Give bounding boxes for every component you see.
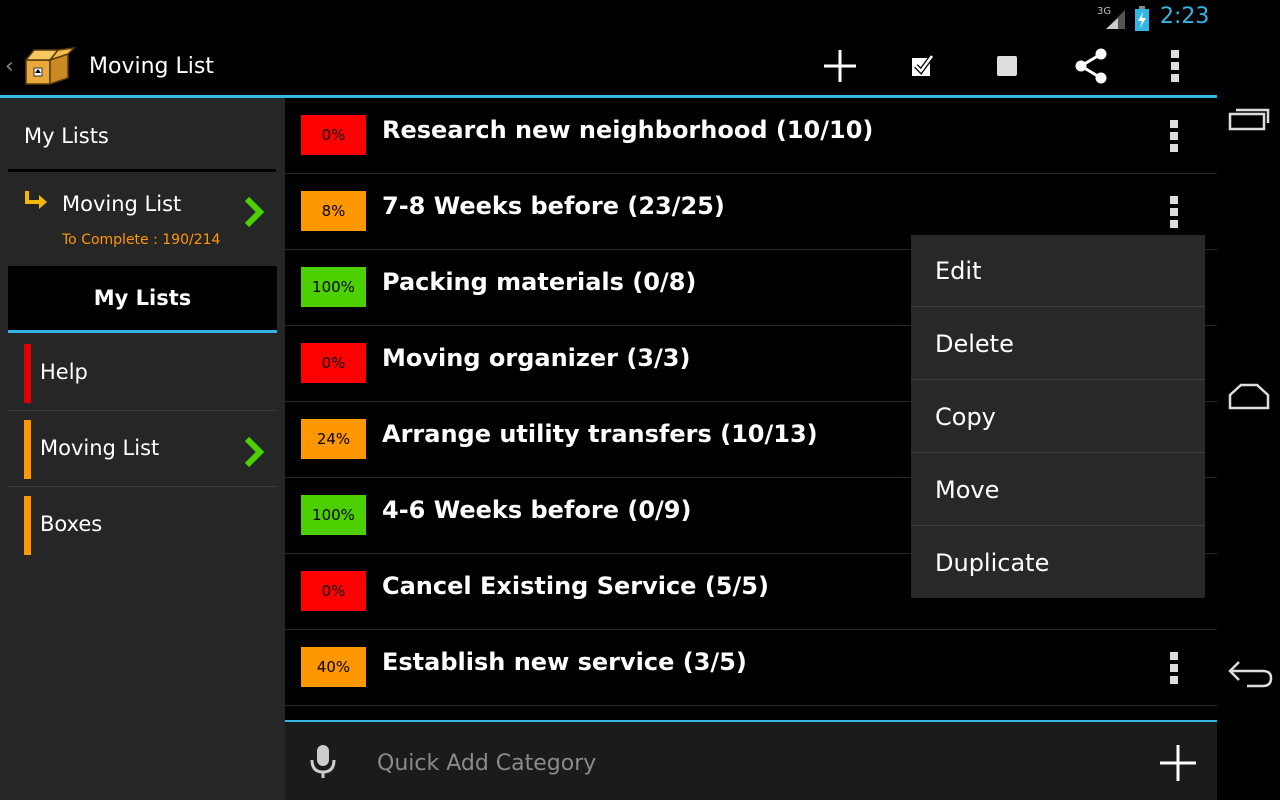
share-button[interactable]: [1069, 46, 1113, 90]
menu-item-delete[interactable]: Delete: [911, 308, 1205, 380]
progress-badge: 0%: [301, 343, 366, 383]
category-title: Research new neighborhood (10/10): [382, 116, 874, 144]
category-title: Packing materials (0/8): [382, 268, 697, 296]
sidebar-divider: [8, 410, 277, 411]
sidebar-item-help[interactable]: Help: [8, 336, 277, 411]
sublist-arrow-icon: [24, 190, 48, 214]
recent-apps-icon: [1227, 105, 1271, 135]
sidebar-item-label: Moving List: [40, 436, 160, 460]
category-row[interactable]: 40% Establish new service (3/5): [285, 630, 1217, 706]
row-divider: [285, 705, 1217, 706]
menu-divider: [911, 525, 1205, 526]
menu-item-copy[interactable]: Copy: [911, 381, 1205, 453]
action-bar: ‹ Moving List: [0, 38, 1217, 96]
menu-item-duplicate[interactable]: Duplicate: [911, 527, 1205, 599]
clock: 2:23: [1160, 4, 1210, 29]
sidebar-header[interactable]: My Lists: [24, 124, 109, 148]
share-icon: [1073, 48, 1109, 88]
row-overflow-icon[interactable]: [1162, 118, 1186, 154]
uncheck-all-button[interactable]: [985, 46, 1029, 90]
check-all-icon: [910, 53, 936, 83]
category-title: 4-6 Weeks before (0/9): [382, 496, 692, 524]
progress-badge: 24%: [301, 419, 366, 459]
sidebar-item-label: Help: [40, 360, 88, 384]
category-title: Cancel Existing Service (5/5): [382, 572, 769, 600]
category-title: 7-8 Weeks before (23/25): [382, 192, 725, 220]
back-icon: [1225, 659, 1273, 693]
sidebar-divider: [8, 486, 277, 487]
progress-badge: 100%: [301, 267, 366, 307]
add-button[interactable]: [818, 46, 862, 90]
menu-item-label: Edit: [935, 257, 982, 285]
signal-icon: [1104, 8, 1126, 34]
row-overflow-icon[interactable]: [1162, 650, 1186, 686]
progress-badge: 8%: [301, 191, 366, 231]
list-color-bar: [24, 496, 31, 555]
sidebar-item-moving-list[interactable]: Moving List: [8, 412, 277, 487]
sidebar: My Lists Moving List To Complete : 190/2…: [0, 98, 285, 800]
home-icon: [1227, 382, 1271, 414]
chevron-right-icon: [242, 436, 266, 472]
context-menu: Edit Delete Copy Move Duplicate: [911, 235, 1205, 598]
recent-apps-button[interactable]: [1225, 96, 1273, 144]
sidebar-section-header: My Lists: [8, 266, 277, 330]
overflow-icon: [1170, 49, 1180, 87]
quick-add-input[interactable]: [375, 740, 1079, 786]
quick-add-plus-icon[interactable]: [1159, 744, 1197, 786]
progress-badge: 100%: [301, 495, 366, 535]
status-bar: 3G 2:23: [0, 0, 1217, 38]
category-title: Establish new service (3/5): [382, 648, 747, 676]
sidebar-section-title: My Lists: [93, 286, 192, 310]
current-list-title: Moving List: [62, 192, 182, 216]
navigation-bar: [1217, 0, 1280, 800]
menu-item-move[interactable]: Move: [911, 454, 1205, 526]
list-color-bar: [24, 420, 31, 479]
menu-divider: [911, 452, 1205, 453]
home-button[interactable]: [1225, 374, 1273, 422]
microphone-icon[interactable]: [309, 744, 337, 784]
overflow-menu-button[interactable]: [1153, 46, 1197, 90]
menu-divider: [911, 306, 1205, 307]
add-icon: [822, 48, 858, 88]
page-title: Moving List: [89, 54, 214, 79]
category-title: Arrange utility transfers (10/13): [382, 420, 818, 448]
progress-badge: 40%: [301, 647, 366, 687]
menu-item-label: Copy: [935, 403, 996, 431]
current-list-progress: To Complete : 190/214: [62, 232, 221, 248]
current-list[interactable]: Moving List To Complete : 190/214: [8, 172, 277, 266]
category-title: Moving organizer (3/3): [382, 344, 691, 372]
quick-add-bar: [285, 722, 1217, 800]
menu-item-label: Duplicate: [935, 549, 1050, 577]
list-color-bar: [24, 344, 31, 403]
up-caret-icon[interactable]: ‹: [5, 54, 14, 79]
progress-badge: 0%: [301, 571, 366, 611]
menu-item-edit[interactable]: Edit: [911, 235, 1205, 307]
battery-icon: [1134, 6, 1150, 36]
app-logo-box-icon[interactable]: [20, 46, 77, 90]
progress-badge: 0%: [301, 115, 366, 155]
chevron-right-icon: [242, 196, 266, 232]
menu-item-label: Move: [935, 476, 1000, 504]
menu-divider: [911, 379, 1205, 380]
sidebar-item-boxes[interactable]: Boxes: [8, 488, 277, 563]
sidebar-item-label: Boxes: [40, 512, 103, 536]
uncheck-all-icon: [996, 55, 1018, 81]
back-button[interactable]: [1225, 652, 1273, 700]
menu-item-label: Delete: [935, 330, 1014, 358]
category-row[interactable]: 0% Research new neighborhood (10/10): [285, 98, 1217, 174]
row-overflow-icon[interactable]: [1162, 194, 1186, 230]
check-all-button[interactable]: [901, 46, 945, 90]
sidebar-section-divider: [8, 330, 277, 333]
